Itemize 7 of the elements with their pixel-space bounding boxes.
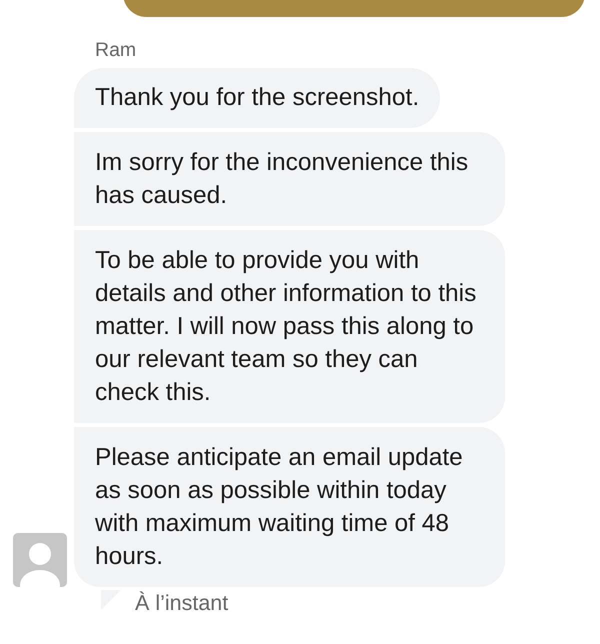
timestamp: À l’instant — [135, 591, 228, 615]
sender-name: Ram — [95, 39, 136, 61]
message-bubble: Im sorry for the inconvenience this has caused. — [74, 132, 505, 226]
message-bubble: Please anticipate an email update as soon as possible within today with maximum waiting time of 48 hours. — [74, 427, 505, 587]
message-bubble: Thank you for the screenshot. — [74, 68, 440, 128]
message-bubble: To be able to provide you with details and other information to this matter. I will now pass this along to our relevant team so they can check this. — [74, 230, 505, 423]
avatar-icon — [13, 533, 67, 587]
